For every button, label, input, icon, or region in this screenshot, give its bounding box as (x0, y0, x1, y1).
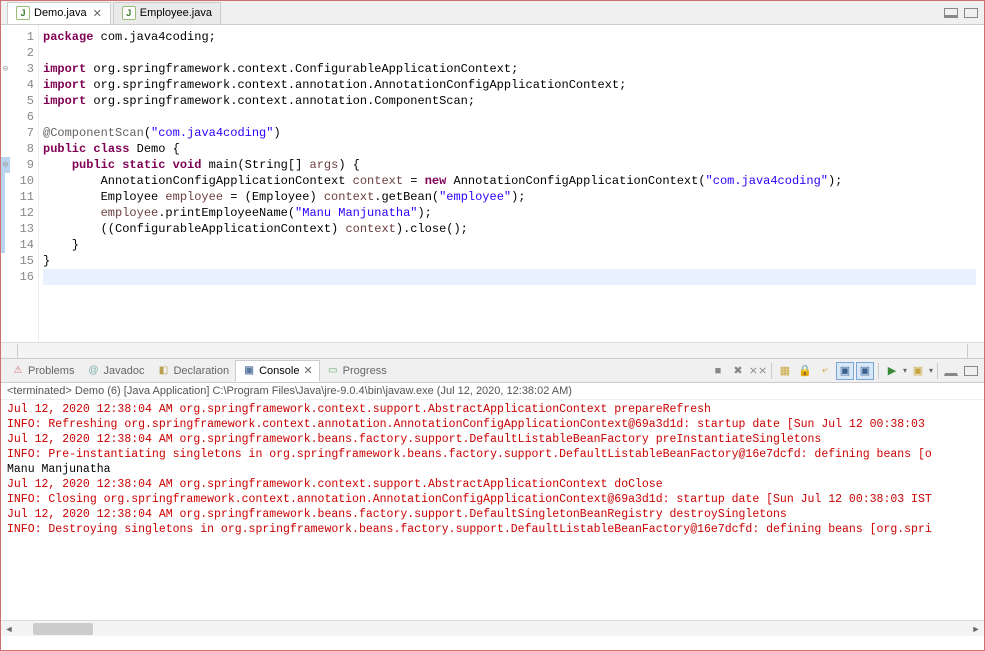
display-selected-button[interactable]: ▣ (909, 362, 927, 380)
console-output[interactable]: Jul 12, 2020 12:38:04 AM org.springframe… (1, 400, 984, 620)
console-toolbar: ■ ✖ ⨯⨯ ▦ 🔒 ⤶ ▣ ▣ ▶ ▾ ▣ ▾ (709, 362, 980, 380)
code-content[interactable]: package com.java4coding; import org.spri… (39, 25, 984, 342)
views-pane: ⚠Problems @Javadoc ◧Declaration ▣Console… (1, 359, 984, 636)
toolbar-separator (878, 363, 879, 379)
view-tab-label: Problems (28, 365, 74, 377)
console-termination-line: <terminated> Demo (6) [Java Application]… (1, 383, 984, 400)
views-tab-bar: ⚠Problems @Javadoc ◧Declaration ▣Console… (1, 359, 984, 383)
close-icon[interactable]: ✕ (93, 7, 102, 20)
maximize-button[interactable] (964, 8, 978, 18)
scroll-lock-button[interactable]: 🔒 (796, 362, 814, 380)
remove-launch-button[interactable]: ✖ (729, 362, 747, 380)
tab-console[interactable]: ▣Console ✕ (235, 360, 320, 382)
tab-javadoc[interactable]: @Javadoc (80, 360, 150, 382)
pin-console-button[interactable]: ▣ (836, 362, 854, 380)
word-wrap-button[interactable]: ⤶ (816, 362, 834, 380)
code-editor[interactable]: ⊖⊖ 12345678910111213141516 package com.j… (1, 25, 984, 342)
tab-demo-java[interactable]: J Demo.java ✕ (7, 2, 111, 24)
toolbar-separator (937, 363, 938, 379)
dropdown-arrow-icon[interactable]: ▾ (929, 366, 933, 375)
editor-horizontal-scrollbar[interactable] (1, 342, 984, 358)
toolbar-separator (771, 363, 772, 379)
editor-pane: J Demo.java ✕ J Employee.java ⊖⊖ 1234567… (1, 1, 984, 359)
tab-progress[interactable]: ▭Progress (320, 360, 393, 382)
view-tab-label: Javadoc (103, 365, 144, 377)
editor-tab-bar: J Demo.java ✕ J Employee.java (1, 1, 984, 25)
marker-column: ⊖⊖ (1, 25, 13, 342)
clear-console-button[interactable]: ▦ (776, 362, 794, 380)
maximize-button[interactable] (964, 366, 978, 376)
tab-problems[interactable]: ⚠Problems (5, 360, 80, 382)
tab-label: Employee.java (140, 7, 212, 19)
console-horizontal-scrollbar[interactable] (1, 620, 984, 636)
tab-employee-java[interactable]: J Employee.java (113, 2, 221, 24)
show-console-button[interactable]: ▣ (856, 362, 874, 380)
view-tab-label: Console (259, 365, 299, 377)
tab-label: Demo.java (34, 7, 87, 19)
java-file-icon: J (16, 6, 30, 20)
dropdown-arrow-icon[interactable]: ▾ (903, 366, 907, 375)
problems-icon: ⚠ (11, 364, 25, 378)
minimize-button[interactable] (944, 366, 958, 376)
progress-icon: ▭ (326, 364, 340, 378)
console-icon: ▣ (242, 364, 256, 378)
java-file-icon: J (122, 6, 136, 20)
scrollbar-thumb[interactable] (33, 623, 93, 635)
terminate-button[interactable]: ■ (709, 362, 727, 380)
view-tab-label: Progress (343, 365, 387, 377)
line-number-gutter: 12345678910111213141516 (13, 25, 39, 342)
open-console-button[interactable]: ▶ (883, 362, 901, 380)
declaration-icon: ◧ (156, 364, 170, 378)
close-icon[interactable]: ✕ (303, 364, 312, 377)
tab-declaration[interactable]: ◧Declaration (150, 360, 235, 382)
javadoc-icon: @ (86, 364, 100, 378)
remove-all-button[interactable]: ⨯⨯ (749, 362, 767, 380)
minimize-button[interactable] (944, 8, 958, 18)
view-tab-label: Declaration (173, 365, 229, 377)
editor-window-controls (944, 8, 984, 18)
